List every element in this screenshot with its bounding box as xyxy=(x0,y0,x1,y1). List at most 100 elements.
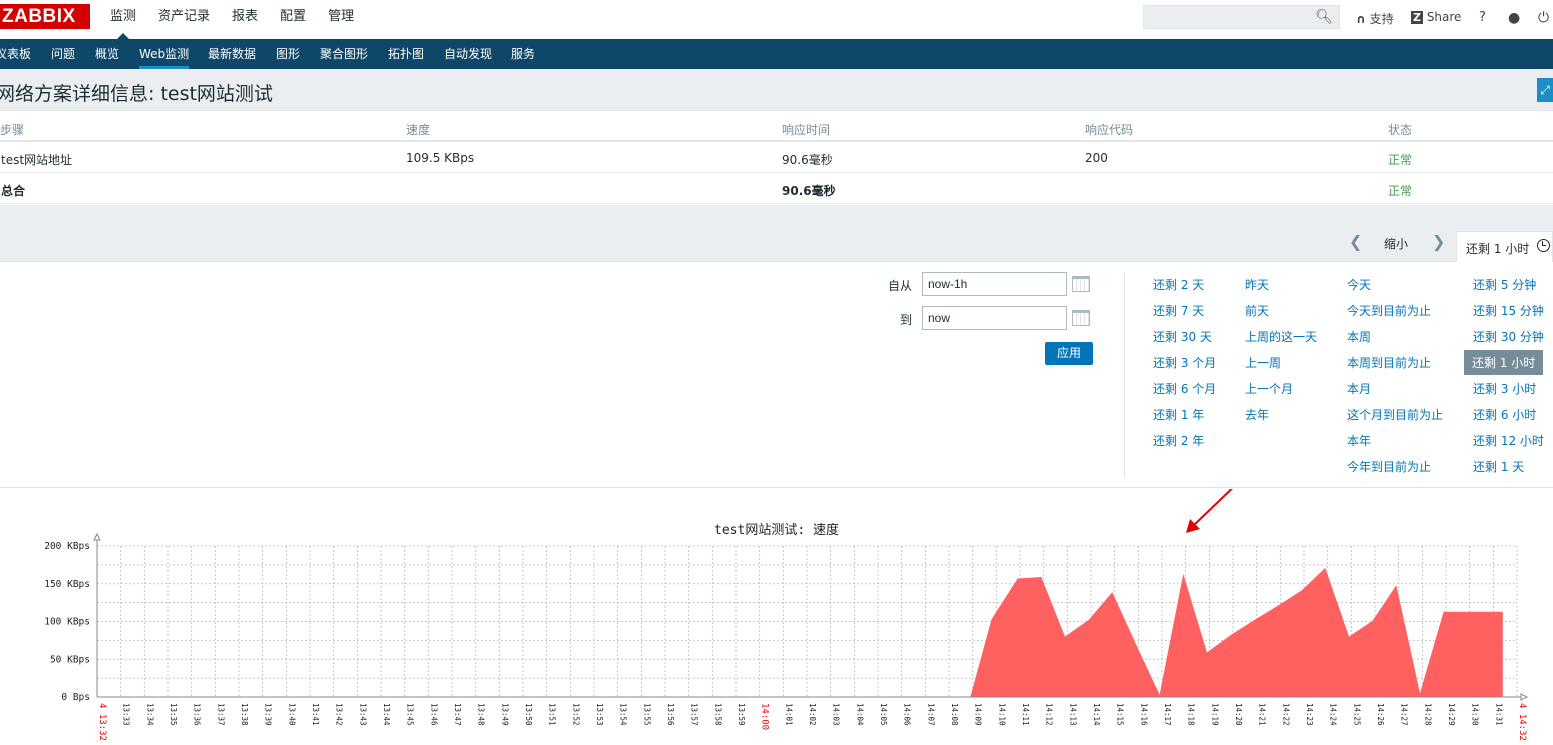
help-icon[interactable]: ? xyxy=(1479,10,1486,25)
submenu-discovery[interactable]: 自动发现 xyxy=(444,39,492,69)
quick-range-link[interactable]: 还剩 6 小时 xyxy=(1473,406,1536,423)
submenu-problems[interactable]: 问题 xyxy=(51,39,75,69)
x-tick-label: 13:41 xyxy=(311,703,320,726)
menu-reports[interactable]: 报表 xyxy=(232,0,258,36)
calendar-icon[interactable] xyxy=(1072,276,1090,292)
quick-range-link[interactable]: 本月 xyxy=(1347,380,1371,397)
x-tick-label: 13:39 xyxy=(264,703,273,726)
submenu-web[interactable]: Web监测 xyxy=(139,39,190,69)
x-tick-label: 14:16 xyxy=(1139,703,1148,726)
x-tick-label: 13:36 xyxy=(193,703,202,726)
quick-range-link[interactable]: 还剩 3 小时 xyxy=(1473,380,1536,397)
zoom-out-button[interactable]: 缩小 xyxy=(1384,235,1408,252)
quick-range-link[interactable]: 还剩 1 天 xyxy=(1473,458,1524,475)
x-tick-label: 14:12 xyxy=(1045,703,1054,726)
step-response-time: 90.6毫秒 xyxy=(782,153,833,167)
quick-range-link[interactable]: 前天 xyxy=(1245,302,1269,319)
x-tick-label: 14:05 xyxy=(879,703,888,726)
x-tick-label: 14:18 xyxy=(1187,703,1196,726)
quick-range-link[interactable]: 还剩 3 个月 xyxy=(1153,354,1216,371)
calendar-icon[interactable] xyxy=(1072,310,1090,326)
quick-range-link[interactable]: 上一个月 xyxy=(1245,380,1293,397)
support-link[interactable]: ∩ 支持 xyxy=(1356,10,1394,27)
submenu-graphs[interactable]: 图形 xyxy=(276,39,300,69)
x-tick-label: 14:10 xyxy=(997,703,1006,726)
quick-range-link[interactable]: 还剩 1 年 xyxy=(1153,406,1204,423)
quick-range-link[interactable]: 昨天 xyxy=(1245,276,1269,293)
col-status[interactable]: 状态 xyxy=(1388,121,1412,138)
user-profile-icon[interactable]: ● xyxy=(1508,10,1520,26)
menu-configuration[interactable]: 配置 xyxy=(280,0,306,36)
quick-range-link[interactable]: 今天到目前为止 xyxy=(1347,302,1431,319)
x-tick-label: 14:31 xyxy=(1494,703,1503,726)
quick-range-link[interactable]: 还剩 2 年 xyxy=(1153,432,1204,449)
x-tick-label: 13:40 xyxy=(287,703,296,726)
quick-range-link[interactable]: 还剩 30 分钟 xyxy=(1473,328,1544,345)
step-speed: 109.5 KBps xyxy=(406,151,475,165)
quick-range-link[interactable]: 还剩 6 个月 xyxy=(1153,380,1216,397)
divider xyxy=(1124,272,1125,478)
from-input[interactable] xyxy=(922,272,1067,296)
x-tick-label: 13:46 xyxy=(429,703,438,726)
x-tick-label: 13:54 xyxy=(619,703,628,726)
to-label: 到 xyxy=(900,313,913,327)
x-tick-label: 13:51 xyxy=(548,703,557,726)
submenu-overview[interactable]: 概览 xyxy=(95,39,119,69)
fullscreen-button[interactable]: ⤢ xyxy=(1537,78,1553,102)
time-filter-tab-label: 还剩 1 小时 xyxy=(1466,242,1530,256)
submenu-services[interactable]: 服务 xyxy=(511,39,535,69)
quick-range-link[interactable]: 本周到目前为止 xyxy=(1347,354,1431,371)
col-response-code[interactable]: 响应代码 xyxy=(1085,121,1133,138)
quick-range-link[interactable]: 这个月到目前为止 xyxy=(1347,406,1443,423)
quick-range-link[interactable]: 本年 xyxy=(1347,432,1371,449)
zabbix-logo[interactable]: ZABBIX xyxy=(0,4,90,29)
chevron-right-icon[interactable]: ❯ xyxy=(1432,232,1445,251)
headset-icon: ∩ xyxy=(1356,12,1366,26)
quick-range-link[interactable]: 还剩 1 小时 xyxy=(1464,350,1544,375)
x-tick-label: 14:06 xyxy=(903,703,912,726)
quick-range-link[interactable]: 还剩 30 天 xyxy=(1153,328,1212,345)
submenu-latest-data[interactable]: 最新数据 xyxy=(208,39,256,69)
submenu-dashboard[interactable]: 仪表板 xyxy=(0,39,31,69)
x-tick-label: 13:33 xyxy=(122,703,131,726)
search-input[interactable]: 🔍︎ xyxy=(1143,5,1340,29)
x-tick-label: 13:58 xyxy=(713,703,722,726)
y-tick-label: 50 KBps xyxy=(50,654,90,665)
quick-range-link[interactable]: 今年到目前为止 xyxy=(1347,458,1431,475)
quick-range-link[interactable]: 还剩 15 分钟 xyxy=(1473,302,1544,319)
quick-range-link[interactable]: 还剩 2 天 xyxy=(1153,276,1204,293)
chevron-left-icon[interactable]: ❮ xyxy=(1349,232,1362,251)
col-speed[interactable]: 速度 xyxy=(406,121,430,138)
quick-range-link[interactable]: 还剩 7 天 xyxy=(1153,302,1204,319)
share-link[interactable]: Z Share xyxy=(1411,10,1461,24)
quick-range-link[interactable]: 上一周 xyxy=(1245,354,1281,371)
support-label: 支持 xyxy=(1369,12,1394,26)
quick-range-link[interactable]: 还剩 5 分钟 xyxy=(1473,276,1536,293)
logout-icon[interactable]: ⏻ xyxy=(1538,10,1549,26)
quick-range-link[interactable]: 本周 xyxy=(1347,328,1371,345)
quick-range-link[interactable]: 上周的这一天 xyxy=(1245,328,1317,345)
x-tick-label: 14:19 xyxy=(1210,703,1219,726)
apply-button[interactable]: 应用 xyxy=(1045,342,1093,365)
submenu-maps[interactable]: 拓扑图 xyxy=(388,39,424,69)
to-input[interactable] xyxy=(922,306,1067,330)
x-tick-label: 13:52 xyxy=(571,703,580,726)
menu-monitoring[interactable]: 监测 xyxy=(110,0,136,39)
x-tick-label: 14:09 xyxy=(974,703,983,726)
menu-administration[interactable]: 管理 xyxy=(328,0,354,36)
quick-range-link[interactable]: 还剩 12 小时 xyxy=(1473,432,1544,449)
col-response-time[interactable]: 响应时间 xyxy=(782,121,830,138)
x-tick-label: 13:45 xyxy=(406,703,415,726)
x-tick-label: 14:03 xyxy=(832,703,841,726)
menu-inventory[interactable]: 资产记录 xyxy=(158,0,210,36)
quick-range-link[interactable]: 今天 xyxy=(1347,276,1371,293)
search-icon[interactable]: 🔍︎ xyxy=(1315,9,1333,25)
x-tick-label: 14:01 xyxy=(784,703,793,726)
top-bar: ZABBIX 监测 资产记录 报表 配置 管理 🔍︎ ∩ 支持 Z Share … xyxy=(0,0,1553,39)
y-tick-label: 200 KBps xyxy=(44,541,90,552)
time-filter-tab[interactable]: 还剩 1 小时 xyxy=(1456,231,1553,262)
total-label: 总合 xyxy=(1,184,26,198)
quick-range-link[interactable]: 去年 xyxy=(1245,406,1269,423)
submenu-screens[interactable]: 聚合图形 xyxy=(320,39,368,69)
col-step[interactable]: 步骤 xyxy=(0,121,24,138)
